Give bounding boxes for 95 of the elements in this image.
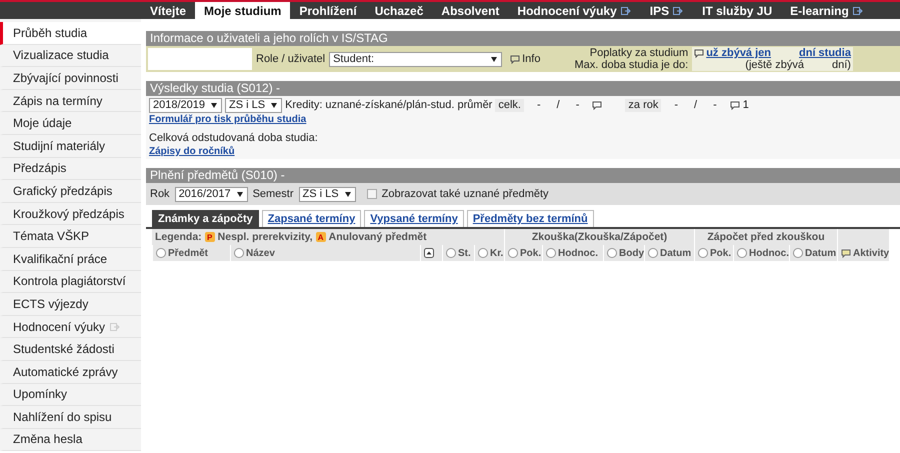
year-dropdown[interactable]: 2016/2017: [174, 186, 248, 202]
credit-value: /: [694, 99, 698, 112]
comment-icon: [730, 101, 740, 110]
credit-value: /: [556, 99, 560, 112]
year-enrolment-link[interactable]: Zápisy do ročníků: [149, 145, 235, 158]
sidebar-item[interactable]: Kvalifikační práce: [0, 248, 141, 271]
section-header: Informace o uživateli a jeho rolích v IS/STAG: [146, 31, 900, 46]
info-link[interactable]: Info: [510, 53, 540, 65]
nav-tab[interactable]: Moje studium: [195, 2, 290, 19]
max-study-label: Max. doba studia je do:: [574, 59, 688, 71]
sidebar-item[interactable]: Moje údaje: [0, 112, 141, 135]
year-label: za rok: [625, 99, 662, 112]
sort-icon: [508, 248, 518, 258]
comment-icon: [592, 101, 602, 110]
tab[interactable]: Známky a zápočty: [152, 210, 259, 227]
checkbox-label: Zobrazovat také uznané předměty: [382, 188, 549, 200]
legend-marker: A: [316, 232, 326, 242]
sort-icon: [234, 248, 244, 258]
year-dropdown[interactable]: 2018/2019: [149, 98, 222, 113]
nav-tab[interactable]: IT služby JU: [693, 2, 782, 19]
sort-icon: [546, 248, 556, 258]
nav-tab[interactable]: Hodnocení výuky: [508, 2, 641, 19]
sidebar-item[interactable]: Hodnocení výuky: [0, 316, 141, 338]
sidebar-item[interactable]: ECTS výjezdy: [0, 293, 141, 316]
sort-icon: [737, 248, 747, 258]
legend-label: Legenda:: [155, 231, 202, 243]
tab[interactable]: Předměty bez termínů: [466, 210, 594, 227]
sidebar-item[interactable]: Vizualizace studia: [0, 44, 141, 68]
role-dropdown[interactable]: Student:: [329, 52, 502, 66]
sidebar-item[interactable]: Upomínky: [0, 384, 141, 406]
nav-tab[interactable]: Uchazeč: [366, 2, 432, 19]
role-label: Role / uživatel: [256, 53, 326, 65]
semester-dropdown[interactable]: ZS i LS: [298, 186, 356, 202]
semester-dropdown[interactable]: ZS i LS: [225, 98, 282, 113]
study-days-link[interactable]: dní studia: [799, 47, 851, 59]
comment-icon: [694, 48, 704, 58]
sort-icon: [446, 248, 456, 258]
caret-icon: [271, 103, 278, 108]
study-duration-label: Celková odstudovaná doba studia:: [149, 132, 318, 145]
credit-value: -: [576, 99, 580, 112]
total-label: celk.: [495, 99, 524, 112]
legend-marker: P: [204, 232, 215, 242]
sidebar-item[interactable]: Kroužkový předzápis: [0, 202, 141, 226]
section-header: Plnění předmětů (S010) -: [146, 168, 900, 183]
sidebar-item[interactable]: Průběh studia: [0, 22, 141, 45]
comment-icon: [510, 54, 520, 64]
sidebar-item[interactable]: Zápis na termíny: [0, 90, 141, 112]
nav-tab[interactable]: Vítejte: [141, 2, 196, 19]
year-label: Rok: [150, 188, 170, 200]
sort-icon: [478, 248, 488, 258]
section-header: Výsledky studia (S012) -: [146, 81, 900, 96]
sidebar-item[interactable]: Nahlížení do spisu: [0, 406, 141, 429]
legend-text: Anulovaný předmět: [328, 231, 427, 243]
caret-icon: [211, 103, 217, 108]
sort-icon: [607, 248, 617, 258]
sidebar-item[interactable]: Automatické zprávy: [0, 360, 141, 384]
comment-icon: [841, 248, 851, 258]
column-group-header: Zkouška(Zkouška/Zápočet): [504, 229, 694, 245]
tab[interactable]: Zapsané termíny: [262, 210, 362, 227]
remaining-text: dní): [832, 59, 851, 71]
sidebar-item[interactable]: Témata VŠKP: [0, 225, 141, 248]
sidebar-item[interactable]: Zbývající povinnosti: [0, 67, 141, 90]
sidebar-item[interactable]: Studijní materiály: [0, 134, 141, 158]
checkbox[interactable]: [366, 189, 377, 199]
nav-tab[interactable]: IPS: [640, 2, 694, 19]
remaining-days-link[interactable]: už zbývá jen: [706, 47, 771, 59]
nav-tab[interactable]: Absolvent: [432, 2, 508, 19]
credit-value: -: [674, 99, 678, 112]
sort-icon: [698, 248, 708, 258]
nav-tab[interactable]: E-learning: [781, 2, 873, 19]
sidebar-item[interactable]: Změna hesla: [0, 428, 141, 452]
sort-icon: [648, 248, 658, 258]
print-form-link[interactable]: Formulář pro tisk průběhu studia: [149, 113, 306, 126]
remaining-text: (ještě zbývá: [745, 59, 804, 71]
credit-value: -: [713, 99, 717, 112]
sidebar-item[interactable]: Předzápis: [0, 158, 141, 180]
sidebar-item[interactable]: Grafický předzápis: [0, 180, 141, 203]
credit-value: -: [536, 99, 541, 112]
caret-icon: [344, 192, 351, 196]
sort-icon: [156, 248, 166, 258]
sidebar-item[interactable]: Studentské žádosti: [0, 338, 141, 361]
credits-label: Kredity: uznané-získané/plán-stud. průměr: [285, 99, 492, 112]
caret-icon: [491, 56, 498, 62]
sort-icon: [793, 248, 803, 258]
collapse-icon[interactable]: [424, 248, 434, 258]
legend-text: Nespl. prerekvizity,: [218, 231, 313, 243]
sidebar-item[interactable]: Kontrola plagiátorství: [0, 270, 141, 294]
column-header[interactable]: Název: [234, 248, 275, 258]
fees-label: Poplatky za studium: [590, 47, 688, 59]
comment-count: 1: [742, 99, 749, 112]
nav-tab[interactable]: Prohlížení: [290, 2, 366, 19]
column-group-header: Zápočet před zkouškou: [694, 229, 837, 245]
semester-label: Semestr: [252, 188, 294, 200]
caret-icon: [236, 192, 243, 196]
tab[interactable]: Vypsané termíny: [364, 210, 464, 227]
